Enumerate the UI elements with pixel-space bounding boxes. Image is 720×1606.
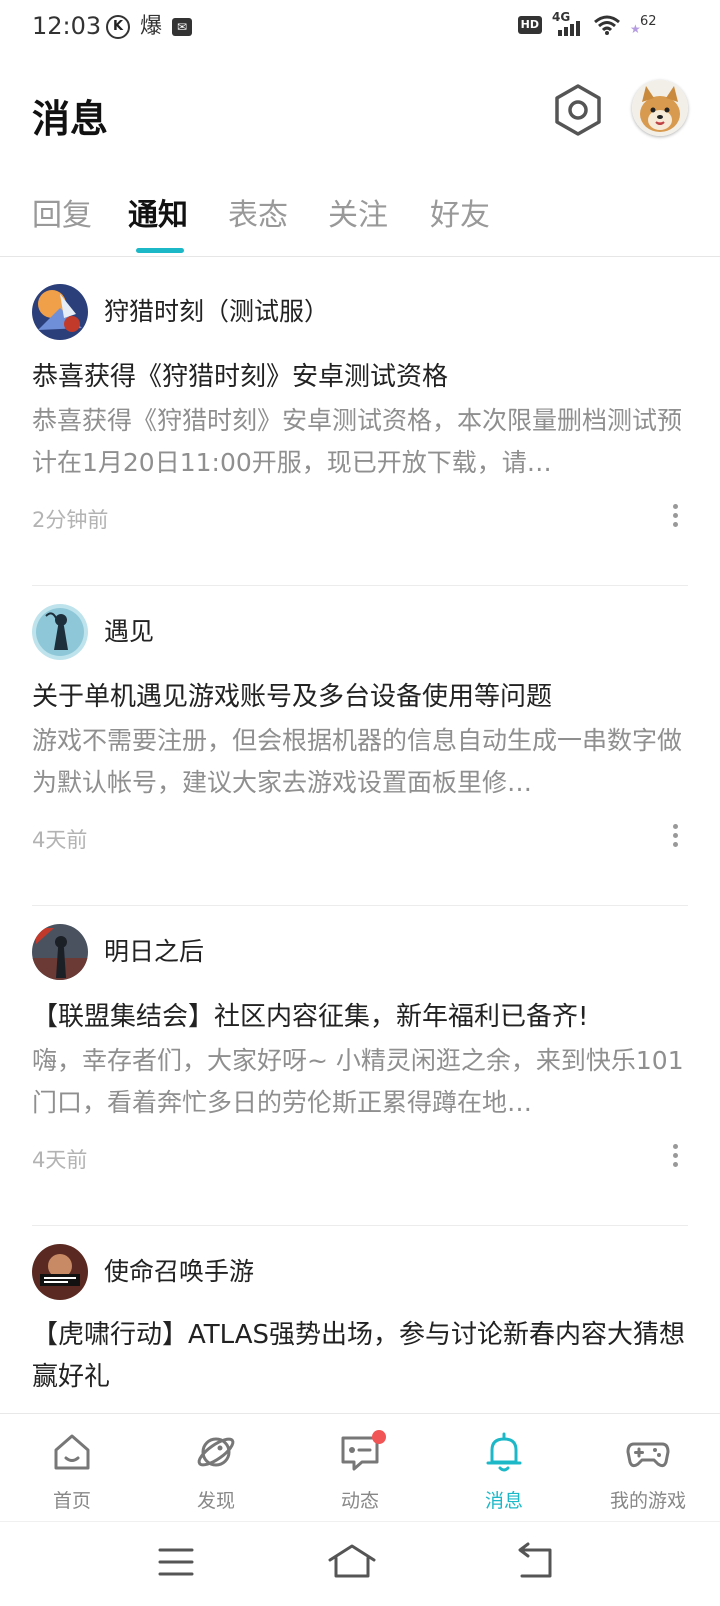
- system-back-button[interactable]: [504, 1540, 564, 1584]
- signal-icon: 4G: [552, 10, 584, 36]
- nav-home-label: 首页: [52, 1490, 91, 1512]
- nav-discover-label: 发现: [196, 1490, 235, 1512]
- message-app-icon: ✉: [172, 18, 193, 36]
- tab-reaction[interactable]: 表态: [228, 190, 288, 234]
- notification-title[interactable]: 【虎啸行动】ATLAS强势出场，参与讨论新春内容大猜想赢好礼: [32, 1314, 688, 1402]
- tab-reply[interactable]: 回复: [32, 190, 92, 234]
- call-of-duty-icon: [32, 1244, 88, 1300]
- status-notification-icons: K 爆 ✉: [106, 14, 193, 40]
- encounter-game-icon: [32, 604, 88, 660]
- notification-body[interactable]: 游戏不需要注册，但会根据机器的信息自动生成一串数字做为默认帐号，建议大家去游戏设…: [32, 720, 688, 804]
- notification-time: 4天前: [32, 828, 88, 852]
- message-tabs: 回复 通知 表态 关注 好友: [0, 182, 720, 257]
- user-avatar[interactable]: [632, 80, 688, 136]
- notification-card[interactable]: 明日之后 【联盟集结会】社区内容征集，新年福利已备齐! 嗨，幸存者们，大家好呀~…: [0, 898, 720, 1226]
- more-options-button[interactable]: [660, 1138, 690, 1178]
- wifi-icon: [594, 15, 620, 35]
- status-system-icons: HD 4G ★ 62: [517, 10, 660, 36]
- hunting-game-icon: [32, 284, 88, 340]
- bell-icon: [486, 1432, 522, 1472]
- page-header: 消息: [0, 70, 720, 160]
- tab-follow[interactable]: 关注: [328, 190, 388, 234]
- status-time: 12:03: [32, 12, 102, 40]
- notification-time: 2分钟前: [32, 508, 109, 532]
- game-avatar[interactable]: [32, 284, 88, 340]
- k-app-icon: K: [106, 15, 130, 39]
- game-avatar[interactable]: [32, 604, 88, 660]
- nav-discover[interactable]: 发现: [144, 1414, 288, 1522]
- system-home-button[interactable]: [322, 1540, 382, 1584]
- nav-messages[interactable]: 消息: [432, 1414, 576, 1522]
- bao-app-icon: 爆: [140, 14, 163, 39]
- more-options-button[interactable]: [660, 818, 690, 858]
- battery-indicator: ★ 62: [630, 14, 660, 36]
- more-options-button[interactable]: [660, 498, 690, 538]
- battery-level: 62: [640, 14, 657, 29]
- home-outline-icon: [328, 1544, 376, 1578]
- nav-home[interactable]: 首页: [0, 1414, 144, 1522]
- status-bar: 12:03 K 爆 ✉ HD 4G ★ 62: [0, 0, 720, 56]
- game-avatar[interactable]: [32, 924, 88, 980]
- nav-my-games-label: 我的游戏: [609, 1490, 686, 1512]
- gamepad-icon: [626, 1442, 670, 1468]
- notification-time: 4天前: [32, 1148, 88, 1172]
- game-name[interactable]: 明日之后: [104, 932, 204, 968]
- game-avatar[interactable]: [32, 1244, 88, 1300]
- game-name[interactable]: 狩猎时刻（测试服）: [104, 292, 329, 328]
- nav-feed-label: 动态: [340, 1490, 379, 1512]
- notification-title[interactable]: 恭喜获得《狩猎时刻》安卓测试资格: [32, 356, 448, 393]
- notification-card[interactable]: 遇见 关于单机遇见游戏账号及多台设备使用等问题 游戏不需要注册，但会根据机器的信…: [0, 578, 720, 906]
- notification-card[interactable]: 使命召唤手游 【虎啸行动】ATLAS强势出场，参与讨论新春内容大猜想赢好礼: [0, 1218, 720, 1413]
- page-title: 消息: [32, 97, 109, 141]
- back-icon: [518, 1542, 552, 1578]
- tab-notification[interactable]: 通知: [128, 190, 188, 234]
- recent-apps-button[interactable]: [146, 1540, 206, 1584]
- menu-icon: [158, 1548, 194, 1576]
- notification-title[interactable]: 【联盟集结会】社区内容征集，新年福利已备齐!: [32, 996, 588, 1033]
- discover-planet-icon: [197, 1437, 235, 1467]
- notification-title[interactable]: 关于单机遇见游戏账号及多台设备使用等问题: [32, 676, 552, 713]
- bottom-navigation: 首页 发现 动态 消息 我的游戏: [0, 1413, 720, 1522]
- nav-messages-label: 消息: [484, 1490, 523, 1512]
- game-name[interactable]: 使命召唤手游: [104, 1252, 254, 1288]
- nav-my-games[interactable]: 我的游戏: [576, 1414, 720, 1522]
- game-name[interactable]: 遇见: [104, 612, 154, 648]
- active-tab-indicator: [136, 248, 184, 253]
- notification-badge: [372, 1430, 386, 1444]
- notification-body[interactable]: 嗨，幸存者们，大家好呀~ 小精灵闲逛之余，来到快乐101门口，看着奔忙多日的劳伦…: [32, 1040, 688, 1124]
- system-navigation-bar: [0, 1521, 720, 1606]
- notification-body[interactable]: 恭喜获得《狩猎时刻》安卓测试资格，本次限量删档测试预计在1月20日11:00开服…: [32, 400, 688, 484]
- notification-card[interactable]: 狩猎时刻（测试服） 恭喜获得《狩猎时刻》安卓测试资格 恭喜获得《狩猎时刻》安卓测…: [0, 258, 720, 586]
- notification-list: 狩猎时刻（测试服） 恭喜获得《狩猎时刻》安卓测试资格 恭喜获得《狩猎时刻》安卓测…: [0, 258, 720, 1413]
- shiba-dog-avatar-icon: [632, 80, 688, 136]
- hd-icon: HD: [517, 16, 542, 34]
- tab-friends[interactable]: 好友: [430, 190, 490, 234]
- nav-feed[interactable]: 动态: [288, 1414, 432, 1522]
- settings-button[interactable]: [552, 82, 604, 138]
- lifeafter-game-icon: [32, 924, 88, 980]
- settings-hexagon-icon: [555, 84, 601, 136]
- home-icon: [54, 1434, 90, 1470]
